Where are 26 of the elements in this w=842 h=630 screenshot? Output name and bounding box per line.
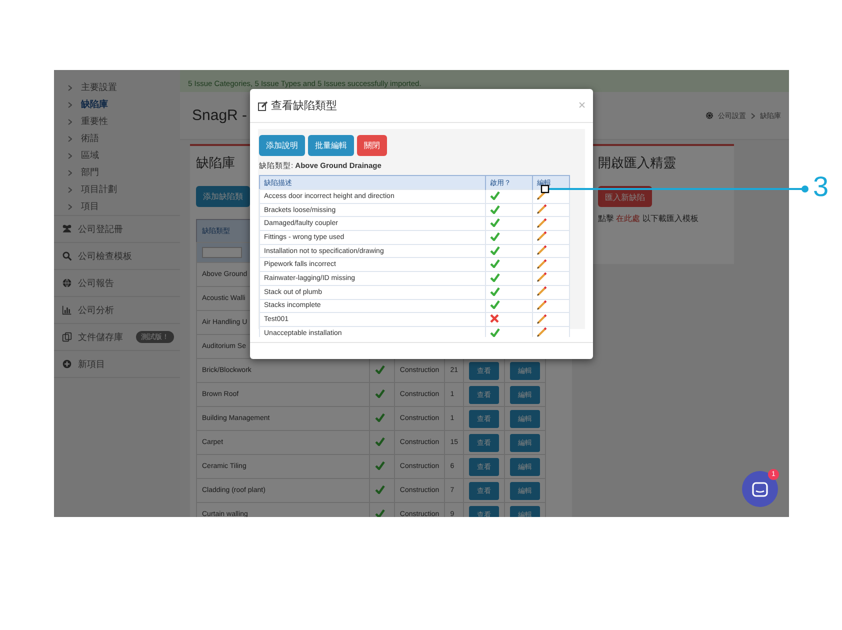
sidebar-item[interactable]: 文件儲存庫 <box>78 330 123 344</box>
sidebar-subitem[interactable]: 項目計劃 <box>81 183 117 196</box>
sidebar-item[interactable]: 新項目 <box>78 358 105 370</box>
sidebar-subitem[interactable]: 主要設置 <box>81 81 117 94</box>
sidebar-subitem[interactable]: 缺陷庫 <box>81 98 108 111</box>
modal-title: 查看缺陷類型 <box>271 99 337 113</box>
modal-button[interactable]: 批量編輯 <box>308 135 354 156</box>
import-button[interactable]: 匯入新缺陷 <box>598 186 652 207</box>
panel-title: 缺陷庫 <box>196 154 235 172</box>
modal-button[interactable]: 添加說明 <box>259 135 305 156</box>
download-link[interactable]: 在此處 <box>616 214 640 223</box>
sidebar-item[interactable]: 公司登記冊 <box>78 222 123 236</box>
add-type-button[interactable]: 添加缺陷類 <box>196 186 250 207</box>
page-title: SnagR - <box>192 107 248 124</box>
modal-button[interactable]: 關閉 <box>357 135 387 156</box>
sidebar-item[interactable]: 公司分析 <box>78 304 114 316</box>
download-hint: 點擊 在此處 以下載匯入模板 <box>598 213 700 224</box>
sidebar-subitem[interactable]: 部門 <box>81 166 99 179</box>
sidebar-item[interactable]: 公司報告 <box>78 276 114 290</box>
sidebar-subitem[interactable]: 區域 <box>81 149 99 162</box>
panel-title: 開啟匯入精靈 <box>598 154 676 172</box>
callout-number: 3 <box>813 173 829 201</box>
sidebar-subitem[interactable]: 術語 <box>81 132 99 145</box>
sidebar-subitem[interactable]: 項目 <box>81 200 99 213</box>
sidebar-item[interactable]: 公司檢查模板 <box>78 250 132 262</box>
sidebar-subitem[interactable]: 重要性 <box>81 115 108 128</box>
